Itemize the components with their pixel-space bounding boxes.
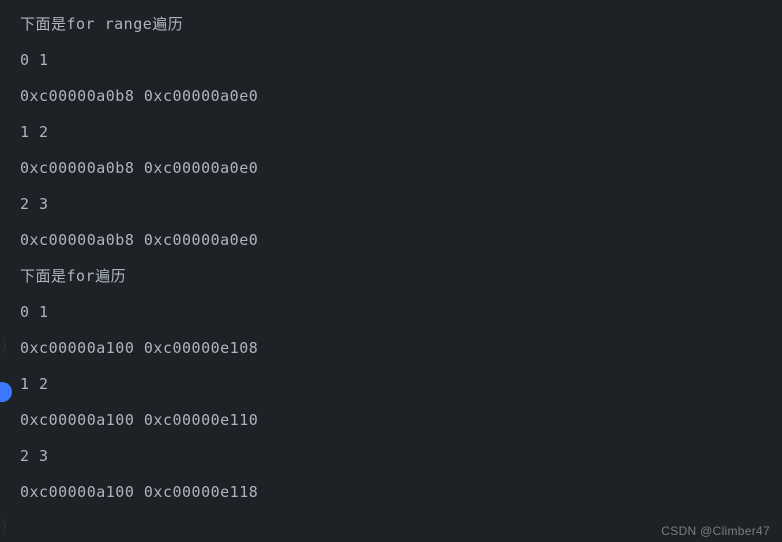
- output-line: 1 2: [20, 114, 782, 150]
- gutter-chevron-icon: ⟩: [0, 516, 11, 537]
- output-line: 2 3: [20, 438, 782, 474]
- output-line: 0xc00000a100 0xc00000e110: [20, 402, 782, 438]
- terminal-output: 下面是for range遍历 0 1 0xc00000a0b8 0xc00000…: [0, 0, 782, 510]
- output-line: 0xc00000a0b8 0xc00000a0e0: [20, 78, 782, 114]
- output-line: 1 2: [20, 366, 782, 402]
- gutter-active-marker: [0, 382, 12, 402]
- output-line: 0xc00000a100 0xc00000e108: [20, 330, 782, 366]
- gutter-chevron-icon: ⟩: [0, 335, 11, 356]
- output-line: 0 1: [20, 294, 782, 330]
- output-line: 下面是for range遍历: [20, 6, 782, 42]
- output-line: 0xc00000a0b8 0xc00000a0e0: [20, 222, 782, 258]
- output-line: 0 1: [20, 42, 782, 78]
- watermark-text: CSDN @Climber47: [661, 524, 770, 538]
- output-line: 2 3: [20, 186, 782, 222]
- output-line: 0xc00000a0b8 0xc00000a0e0: [20, 150, 782, 186]
- output-line: 下面是for遍历: [20, 258, 782, 294]
- gutter: ⟩ ⟩: [0, 0, 12, 542]
- output-line: 0xc00000a100 0xc00000e118: [20, 474, 782, 510]
